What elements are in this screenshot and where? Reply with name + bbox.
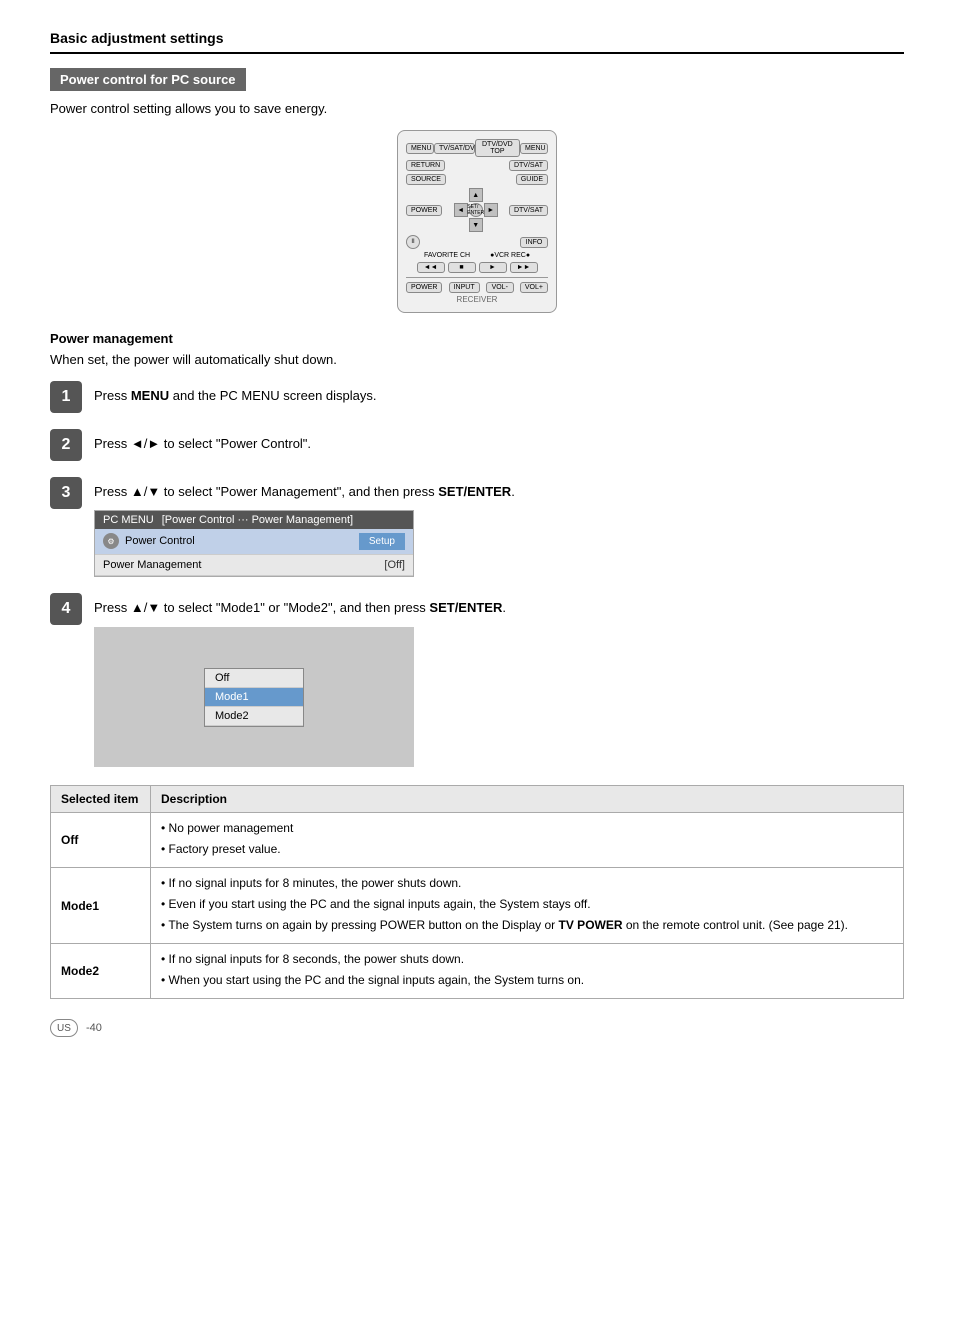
list-item: If no signal inputs for 8 minutes, the p… — [161, 874, 893, 892]
pc-menu-header: PC MENU [Power Control ··· Power Managem… — [95, 511, 413, 529]
tvsat-btn: TV/SAT/DVD — [434, 143, 475, 154]
step-4-number: 4 — [50, 593, 82, 625]
dpad-right: ► — [484, 203, 498, 217]
step-3: 3 Press ▲/▼ to select "Power Management"… — [50, 477, 904, 577]
table-desc-mode2: If no signal inputs for 8 seconds, the p… — [151, 944, 904, 999]
return-btn: RETURN — [406, 160, 445, 171]
power-btn: POWER — [406, 205, 442, 216]
receiver-power-btn: POWER — [406, 282, 442, 293]
pc-menu-power-management-label: Power Management — [103, 559, 384, 571]
list-item: Even if you start using the PC and the s… — [161, 895, 893, 913]
footer-page-number: -40 — [86, 1022, 102, 1034]
dpad-down: ▼ — [469, 218, 483, 232]
table-header-desc: Description — [151, 786, 904, 813]
list-item: Factory preset value. — [161, 840, 893, 858]
step-4: 4 Press ▲/▼ to select "Mode1" or "Mode2"… — [50, 593, 904, 768]
remote-bottom: POWER INPUT VOL- VOL+ RECEIVER — [406, 277, 548, 304]
table-row-mode2: Mode2 If no signal inputs for 8 seconds,… — [51, 944, 904, 999]
table-item-mode2: Mode2 — [51, 944, 151, 999]
pc-menu-header-left: PC MENU — [103, 514, 154, 526]
pc-menu-header-right: [Power Control ··· Power Management] — [162, 514, 353, 526]
pc-menu-row-1: ⚙ Power Control Setup — [95, 529, 413, 555]
dtv-sat-btn: DTV/SAT — [509, 160, 548, 171]
page-footer: US -40 — [50, 1019, 904, 1037]
stop-btn: ■ — [448, 262, 476, 273]
step-4-text: Press ▲/▼ to select "Mode1" or "Mode2", … — [94, 598, 904, 618]
pc-menu-power-control-label: Power Control — [125, 535, 359, 547]
table-desc-mode1: If no signal inputs for 8 minutes, the p… — [151, 868, 904, 944]
dtv-top-btn: DTV/DVD TOP — [475, 139, 520, 157]
sub-intro: When set, the power will automatically s… — [50, 352, 904, 367]
step-4-content: Press ▲/▼ to select "Mode1" or "Mode2", … — [94, 593, 904, 768]
menu-btn: MENU — [406, 143, 434, 154]
mode2-option: Mode2 — [205, 707, 303, 726]
table-item-off: Off — [51, 813, 151, 868]
input-btn: INPUT — [449, 282, 480, 293]
pc-menu-row-2: Power Management [Off] — [95, 555, 413, 576]
step-2-content: Press ◄/► to select "Power Control". — [94, 429, 904, 454]
vol-minus-btn: VOL- — [486, 282, 514, 293]
list-item: When you start using the PC and the sign… — [161, 971, 893, 989]
step-3-content: Press ▲/▼ to select "Power Management", … — [94, 477, 904, 577]
list-item: No power management — [161, 819, 893, 837]
pc-menu-setup-btn: Setup — [359, 533, 405, 550]
sub-heading: Power management — [50, 331, 904, 346]
pause-btn: II — [406, 235, 420, 249]
guide-btn: GUIDE — [516, 174, 548, 185]
source-btn: SOURCE — [406, 174, 446, 185]
dpad-up: ▲ — [469, 188, 483, 202]
vol-plus-btn: VOL+ — [520, 282, 548, 293]
info-btn: INFO — [520, 237, 548, 248]
remote-illustration: MENU TV/SAT/DVD DTV/DVD TOP MENU RETURN … — [50, 130, 904, 313]
list-item: If no signal inputs for 8 seconds, the p… — [161, 950, 893, 968]
table-row-mode1: Mode1 If no signal inputs for 8 minutes,… — [51, 868, 904, 944]
mode-dropdown: Off Mode1 Mode2 — [204, 668, 304, 727]
receiver-label: RECEIVER — [406, 295, 548, 304]
section-title: Power control for PC source — [50, 68, 246, 91]
dtv-sat-right-btn: DTV/SAT — [509, 205, 548, 216]
footer-country: US — [50, 1019, 78, 1037]
table-header-item: Selected item — [51, 786, 151, 813]
table-row-off: Off No power management Factory preset v… — [51, 813, 904, 868]
step-1: 1 Press MENU and the PC MENU screen disp… — [50, 381, 904, 413]
dpad: ▲ ◄ SET/ENTER ► ▼ — [454, 188, 498, 232]
mode1-option: Mode1 — [205, 688, 303, 707]
play-btn: ► — [479, 262, 507, 273]
step-2: 2 Press ◄/► to select "Power Control". — [50, 429, 904, 461]
mode-dropdown-wrapper: Off Mode1 Mode2 — [94, 627, 414, 767]
step-1-number: 1 — [50, 381, 82, 413]
step-3-number: 3 — [50, 477, 82, 509]
table-desc-off: No power management Factory preset value… — [151, 813, 904, 868]
step-1-text: Press MENU and the PC MENU screen displa… — [94, 386, 904, 406]
mode-off-option: Off — [205, 669, 303, 688]
info-table: Selected item Description Off No power m… — [50, 785, 904, 999]
dpad-enter: SET/ENTER — [469, 203, 483, 217]
favorite-label: FAVORITE CH — [424, 252, 470, 259]
list-item: The System turns on again by pressing PO… — [161, 916, 893, 934]
table-item-mode1: Mode1 — [51, 868, 151, 944]
menu2-btn: MENU — [520, 143, 548, 154]
step-1-content: Press MENU and the PC MENU screen displa… — [94, 381, 904, 406]
page-heading: Basic adjustment settings — [50, 30, 904, 54]
step-2-number: 2 — [50, 429, 82, 461]
step-3-text: Press ▲/▼ to select "Power Management", … — [94, 482, 904, 502]
power-control-icon: ⚙ — [103, 533, 119, 549]
rew-btn: ◄◄ — [417, 262, 445, 273]
remote-control: MENU TV/SAT/DVD DTV/DVD TOP MENU RETURN … — [397, 130, 557, 313]
pc-menu-power-management-value: [Off] — [384, 559, 405, 571]
intro-text: Power control setting allows you to save… — [50, 101, 904, 116]
ff-btn: ►► — [510, 262, 538, 273]
dpad-left: ◄ — [454, 203, 468, 217]
pc-menu: PC MENU [Power Control ··· Power Managem… — [94, 510, 414, 577]
step-2-text: Press ◄/► to select "Power Control". — [94, 434, 904, 454]
vcr-rec-label: ●VCR REC● — [490, 252, 530, 259]
pc-menu-body: ⚙ Power Control Setup Power Management [… — [95, 529, 413, 576]
